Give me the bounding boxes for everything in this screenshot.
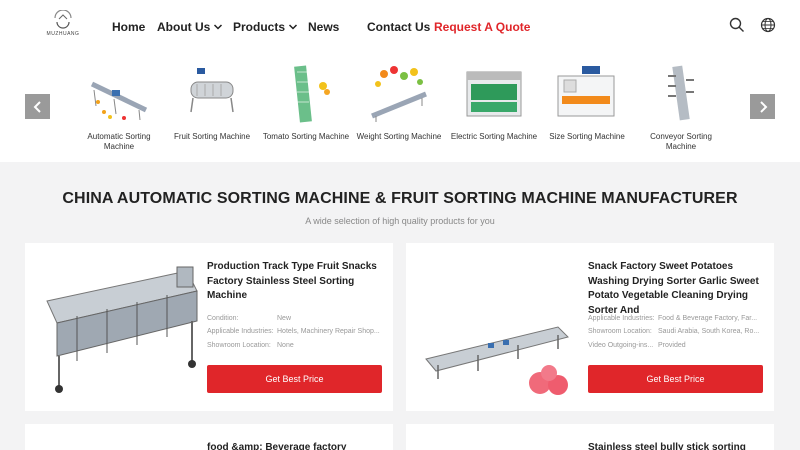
category-label: Size Sorting Machine: [549, 132, 625, 141]
spec-key: Applicable Industries:: [588, 315, 655, 322]
spec-row: Showroom Location: None: [207, 341, 382, 350]
category-weight-sorting[interactable]: Weight Sorting Machine: [353, 62, 445, 142]
spec-value: None: [277, 342, 294, 349]
spec-key: Video Outgoing-ins...: [588, 342, 654, 349]
chevron-down-icon: [288, 24, 298, 30]
chevron-right-icon: [759, 100, 767, 113]
section-subtitle: A wide selection of high quality product…: [305, 216, 495, 226]
product-card[interactable]: Snack Factory Sweet Potatoes Washing Dry…: [406, 243, 774, 411]
spec-row: Condition: New: [207, 314, 382, 323]
logo[interactable]: MUZHUANG: [44, 10, 82, 42]
category-automatic-sorting[interactable]: Automatic Sorting Machine: [73, 62, 165, 152]
category-size-sorting[interactable]: Size Sorting Machine: [541, 62, 633, 142]
product-title[interactable]: Production Track Type Fruit Snacks Facto…: [207, 260, 387, 304]
carousel-prev-button[interactable]: [25, 94, 50, 119]
tomato-sorting-machine-image: [294, 65, 330, 123]
spec-value: Saudi Arabia, South Korea, Ro...: [658, 328, 760, 335]
globe-icon[interactable]: [760, 17, 776, 33]
nav-home[interactable]: Home: [112, 20, 145, 34]
category-label: Conveyor Sorting Machine: [650, 132, 712, 151]
spec-value: Food & Beverage Factory, Far...: [658, 315, 758, 322]
spec-value: Provided: [658, 342, 686, 349]
spec-row: Applicable Industries: Hotels, Machinery …: [207, 327, 382, 336]
nav-news[interactable]: News: [308, 20, 339, 34]
spec-key: Applicable Industries:: [207, 328, 274, 335]
search-icon[interactable]: [729, 17, 745, 33]
nav-about-us[interactable]: About Us: [157, 20, 223, 34]
product-image: [425, 326, 569, 395]
category-electric-sorting[interactable]: Electric Sorting Machine: [448, 62, 540, 142]
spec-row: Applicable Industries: Food & Beverage Fa…: [588, 314, 763, 323]
automatic-sorting-machine-image: [90, 81, 148, 121]
spec-row: Video Outgoing-ins... Provided: [588, 341, 763, 350]
category-label: Electric Sorting Machine: [450, 132, 538, 141]
category-label: Fruit Sorting Machine: [173, 132, 251, 141]
category-conveyor-sorting[interactable]: Conveyor Sorting Machine: [635, 62, 727, 152]
nav-home-label: Home: [112, 20, 146, 34]
category-carousel: Automatic Sorting Machine Fruit Sorting …: [0, 52, 800, 162]
nav-contact-us-label: Contact Us: [367, 20, 431, 34]
chevron-left-icon: [33, 100, 41, 113]
nav-news-label: News: [308, 20, 340, 34]
nav-products[interactable]: Products: [233, 20, 298, 34]
product-image: [46, 266, 198, 393]
product-card[interactable]: Stainless steel bully stick sorting: [406, 424, 774, 450]
weight-sorting-machine-image: [371, 66, 427, 122]
conveyor-sorting-machine-image: [668, 65, 694, 121]
category-label: Automatic Sorting Machine: [87, 132, 151, 151]
spec-key: Condition:: [207, 315, 239, 322]
section-title: CHINA AUTOMATIC SORTING MACHINE & FRUIT …: [62, 190, 738, 207]
size-sorting-machine-image: [557, 66, 615, 117]
product-title[interactable]: Stainless steel bully stick sorting: [588, 441, 768, 450]
fruit-sorting-machine-image: [190, 68, 234, 113]
get-best-price-button[interactable]: Get Best Price: [588, 365, 763, 393]
product-card[interactable]: Production Track Type Fruit Snacks Facto…: [25, 243, 393, 411]
category-fruit-sorting[interactable]: Fruit Sorting Machine: [166, 62, 258, 142]
nav-about-us-label: About Us: [157, 20, 211, 34]
logo-text: MUZHUANG: [46, 31, 80, 37]
spec-value: Hotels, Machinery Repair Shop...: [277, 328, 380, 335]
site-header: MUZHUANG Home About Us Products News Con…: [0, 0, 800, 52]
electric-sorting-machine-image: [466, 71, 522, 117]
get-best-price-button[interactable]: Get Best Price: [207, 365, 382, 393]
spec-row: Showroom Location: Saudi Arabia, South Ko…: [588, 327, 763, 336]
nav-request-quote[interactable]: Request A Quote: [434, 20, 530, 34]
nav-contact-us[interactable]: Contact Us: [367, 20, 430, 34]
spec-value: New: [277, 315, 292, 322]
logo-mark-icon: [54, 10, 72, 29]
spec-key: Showroom Location:: [588, 328, 652, 335]
category-label: Tomato Sorting Machine: [262, 132, 350, 141]
nav-products-label: Products: [233, 20, 286, 34]
chevron-down-icon: [214, 24, 223, 30]
product-card[interactable]: food &amp; Beverage factory automatic: [25, 424, 393, 450]
product-title[interactable]: Snack Factory Sweet Potatoes Washing Dry…: [588, 260, 768, 318]
spec-key: Showroom Location:: [207, 342, 271, 349]
product-title[interactable]: food &amp; Beverage factory automatic: [207, 441, 387, 450]
category-tomato-sorting[interactable]: Tomato Sorting Machine: [260, 62, 352, 142]
category-label: Weight Sorting Machine: [356, 132, 442, 141]
carousel-next-button[interactable]: [750, 94, 775, 119]
nav-request-quote-label: Request A Quote: [434, 20, 531, 34]
